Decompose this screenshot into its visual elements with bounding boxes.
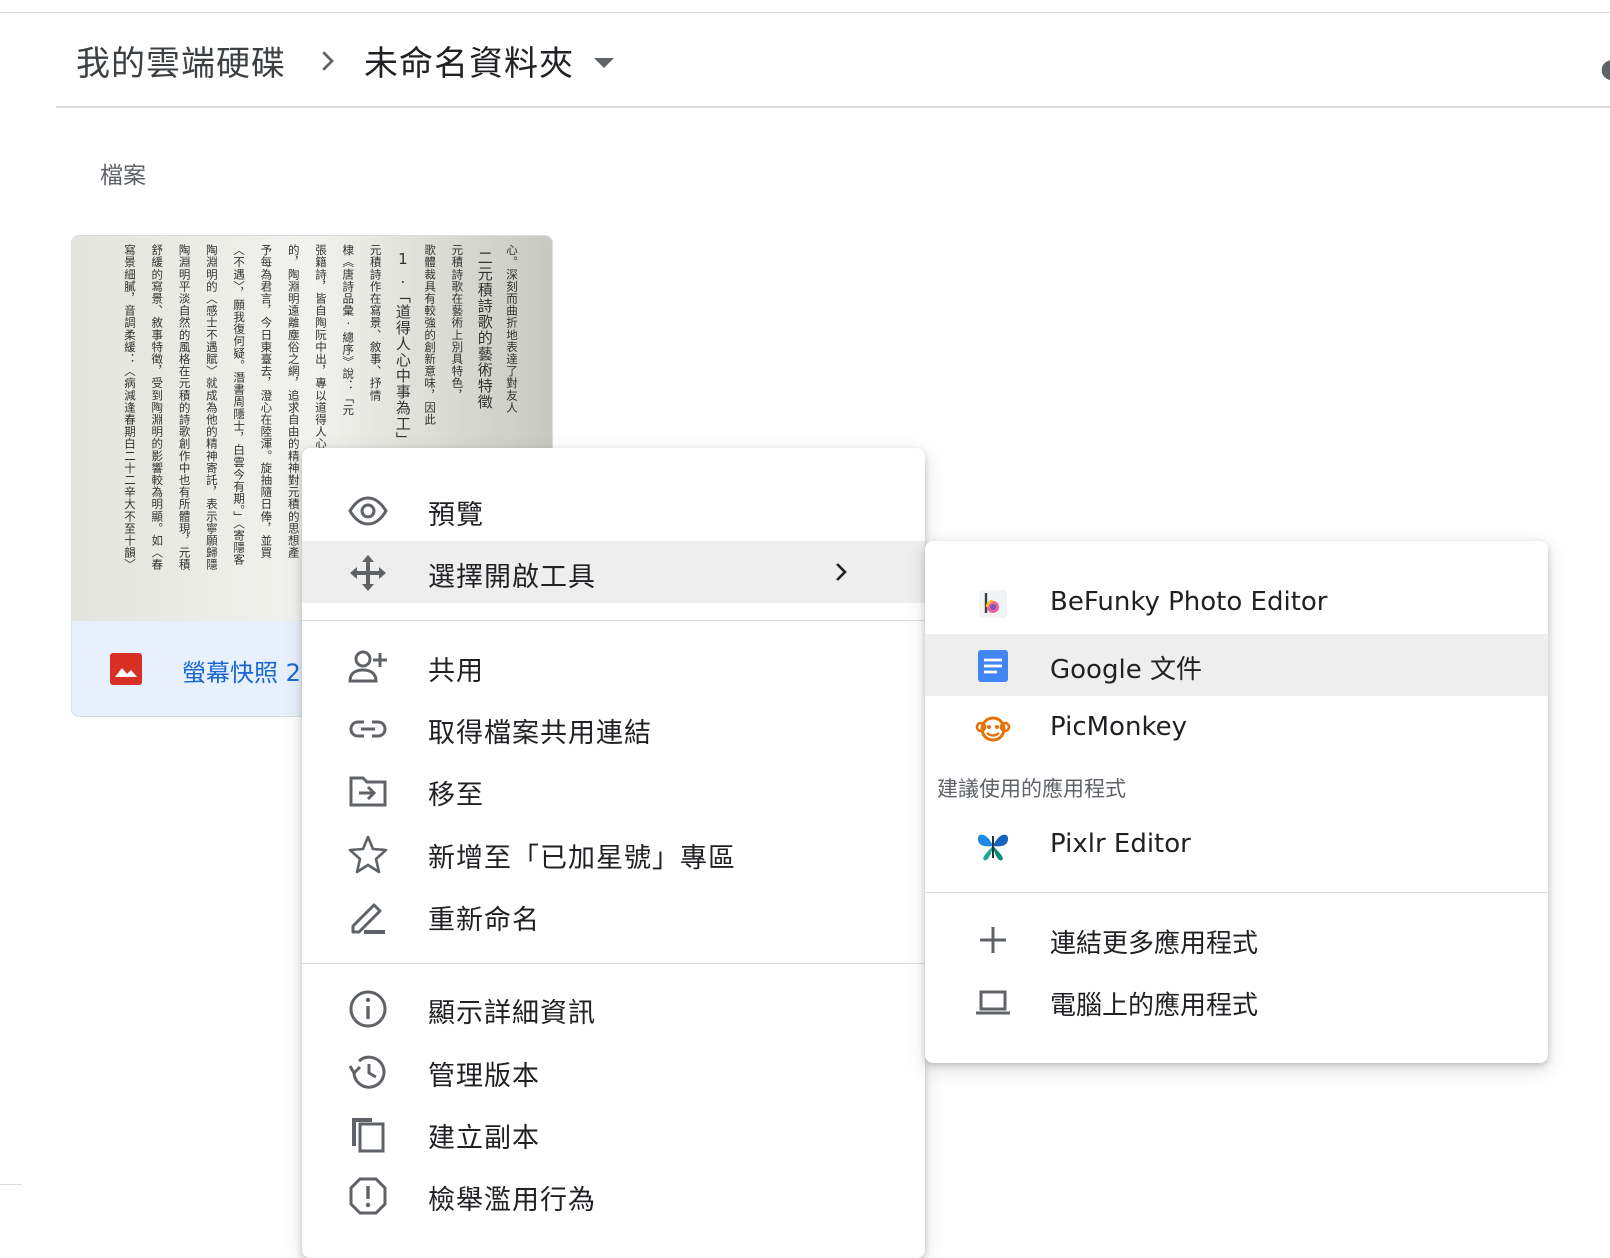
caret-down-icon[interactable]: [592, 56, 616, 70]
copy-icon: [352, 1118, 385, 1153]
thumbnail-text-line: 〈不遇〉，願我復何疑。潛書周隱士，白雲今有期。」〈寄隱客: [232, 244, 246, 566]
folder-move-icon: [349, 776, 387, 807]
pixlr-icon: [977, 834, 1009, 861]
plus-icon: [980, 927, 1006, 953]
link-icon: [349, 720, 387, 738]
thumbnail-text-line: 1.「道得人心中事為工」: [394, 250, 412, 448]
menu-item-preview[interactable]: 預覽: [302, 479, 925, 541]
connect-more-apps[interactable]: 連結更多應用程式: [925, 908, 1548, 970]
laptop-icon: [976, 990, 1010, 1015]
thumbnail-text-line: 的，陶淵明遠離塵俗之網，追求自由的精神對元積的思想產: [287, 243, 301, 558]
thumbnail-text-line: 陶淵明的〈感士不遇賦〉就成為他的精神寄託，表示寧願歸隱: [205, 243, 219, 571]
app-picmonkey[interactable]: PicMonkey: [925, 697, 1548, 759]
thumbnail-text-line: 陶淵明平淡自然的風格在元積的詩歌創作中也有所體現，元積: [178, 243, 192, 571]
menu-item-make-copy[interactable]: 建立副本: [302, 1102, 925, 1164]
menu-item-share[interactable]: 共用: [302, 635, 925, 697]
picmonkey-icon: [975, 716, 1011, 742]
breadcrumb-root[interactable]: 我的雲端硬碟: [76, 36, 286, 85]
image-file-icon: [110, 653, 142, 685]
menu-label: 建立副本: [428, 1123, 540, 1154]
thumbnail-text-line: 心。深刻而曲折地表達了對友人: [505, 244, 519, 413]
eye-icon: [348, 496, 388, 526]
menu-divider: [302, 620, 925, 621]
thumbnail-text-line: 予每為君言，今日東臺去，澄心在陸渾。旋抽隨日俸，並買: [259, 244, 273, 559]
app-label: Pixlr Editor: [1050, 829, 1191, 859]
left-edge-rule: [0, 1184, 22, 1185]
files-section-label: 檔案: [100, 163, 146, 189]
befunky-icon: [979, 590, 1007, 618]
action-label: 電腦上的應用程式: [1050, 991, 1259, 1021]
menu-item-move-to[interactable]: 移至: [302, 759, 925, 821]
app-label: PicMonkey: [1050, 712, 1187, 742]
thumbnail-text-line: 二元積詩歌的藝術特徵: [476, 250, 494, 410]
menu-item-get-link[interactable]: 取得檔案共用連結: [302, 697, 925, 759]
top-rule: [0, 12, 1610, 13]
menu-label: 顯示詳細資訊: [428, 998, 596, 1029]
app-befunky[interactable]: BeFunky Photo Editor: [925, 572, 1548, 634]
info-icon: [349, 990, 387, 1028]
cropped-toolbar-icon: ◖: [1600, 54, 1610, 84]
pencil-icon: [351, 903, 385, 934]
google-docs-icon: [978, 650, 1008, 682]
menu-item-manage-versions[interactable]: 管理版本: [302, 1040, 925, 1102]
open-with-submenu: BeFunky Photo Editor Google 文件 PicMonkey…: [925, 541, 1548, 1063]
menu-label: 取得檔案共用連結: [428, 718, 652, 749]
thumbnail-text-line: 元積詩歌在藝術上別具特色，: [450, 244, 464, 401]
chevron-right-icon: [836, 563, 847, 581]
menu-label: 檢舉濫用行為: [428, 1185, 596, 1216]
app-label: Google 文件: [1050, 655, 1202, 685]
app-label: BeFunky Photo Editor: [1050, 587, 1328, 617]
app-google-docs[interactable]: Google 文件: [925, 634, 1548, 696]
file-name[interactable]: 螢幕快照 2: [182, 653, 301, 688]
menu-label: 移至: [428, 780, 484, 811]
history-icon: [348, 1055, 386, 1089]
breadcrumb: 我的雲端硬碟 未命名資料夾 ◖: [56, 14, 1610, 108]
report-icon: [349, 1177, 387, 1215]
menu-item-details[interactable]: 顯示詳細資訊: [302, 977, 925, 1039]
thumbnail-text-line: 棣《唐詩品彙·總序》說：「元: [341, 243, 355, 416]
menu-item-rename[interactable]: 重新命名: [302, 884, 925, 946]
action-label: 連結更多應用程式: [1050, 929, 1259, 959]
submenu-divider: [925, 892, 1548, 893]
app-pixlr-editor[interactable]: Pixlr Editor: [925, 814, 1548, 876]
breadcrumb-current-folder[interactable]: 未命名資料夾: [364, 36, 574, 85]
menu-item-open-with[interactable]: 選擇開啟工具: [302, 541, 925, 603]
menu-item-report-abuse[interactable]: 檢舉濫用行為: [302, 1164, 925, 1226]
menu-label: 管理版本: [428, 1061, 540, 1092]
menu-label: 預覽: [428, 500, 484, 531]
context-menu: 預覽 選擇開啟工具 共用 取得檔案共用連結 移至 新增至「已加星號」專區 重新命…: [302, 448, 925, 1258]
thumbnail-text-line: 寫景細膩，音調柔緩：〈病減逢春期白二十二辛大不至十韻〉: [123, 243, 137, 571]
star-icon: [348, 835, 388, 874]
menu-label: 新增至「已加星號」專區: [428, 843, 736, 874]
menu-divider: [302, 963, 925, 964]
computer-apps[interactable]: 電腦上的應用程式: [925, 970, 1548, 1032]
thumbnail-text-line: 舒緩的寫景、敘事特徵，受到陶淵明的影響較為明顯。如〈春: [150, 243, 164, 571]
person-add-icon: [348, 650, 387, 683]
suggested-apps-heading: 建議使用的應用程式: [937, 777, 1126, 801]
menu-label: 共用: [428, 656, 484, 687]
menu-label: 選擇開啟工具: [428, 562, 596, 593]
move-icon: [350, 555, 386, 591]
thumbnail-text-line: 元積詩作在寫景、敘事、抒情: [369, 244, 383, 401]
chevron-right-icon: [322, 51, 334, 71]
menu-item-add-star[interactable]: 新增至「已加星號」專區: [302, 822, 925, 884]
menu-label: 重新命名: [428, 905, 540, 936]
thumbnail-text-line: 歌體裁具有較強的創新意味，因此: [423, 243, 437, 425]
